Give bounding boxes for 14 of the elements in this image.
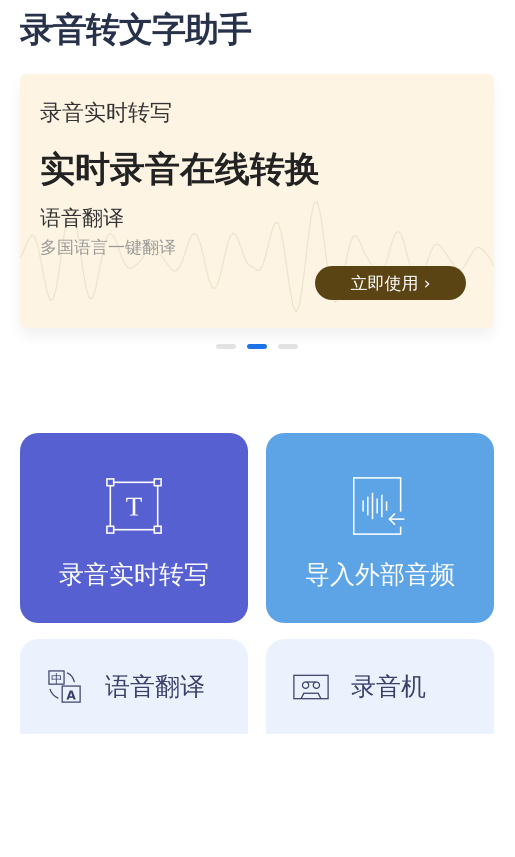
tile-label: 录音机: [351, 671, 426, 703]
tile-label: 语音翻译: [105, 671, 205, 703]
banner-subtitle: 语音翻译: [40, 205, 125, 232]
use-now-button[interactable]: 立即使用 ›: [315, 266, 466, 300]
banner-card[interactable]: 录音实时转写 实时录音在线转换 语音翻译 多国语言一键翻译 立即使用 ›: [20, 74, 494, 328]
tile-label: 录音实时转写: [59, 558, 209, 590]
app-title: 录音转文字助手: [20, 9, 252, 52]
banner-caption: 多国语言一键翻译: [40, 237, 177, 260]
banner-headline: 实时录音在线转换: [40, 149, 321, 192]
feature-tile[interactable]: 录音机: [266, 639, 494, 734]
feature-tile[interactable]: T 录音实时转写: [20, 433, 248, 623]
banner-eyebrow: 录音实时转写: [40, 100, 173, 128]
feature-tile[interactable]: 中 A 语音翻译: [20, 639, 248, 734]
tile-label: 导入外部音频: [305, 558, 455, 590]
